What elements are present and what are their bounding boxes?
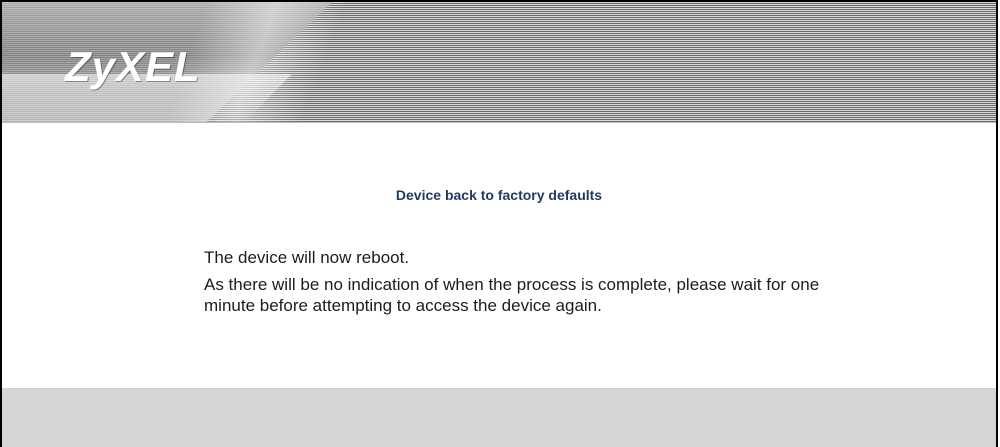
page-title: Device back to factory defaults (395, 187, 603, 203)
reboot-message: The device will now reboot. (204, 248, 410, 267)
header-banner: ZyXEL (2, 2, 996, 123)
wait-message: As there will be no indication of when t… (204, 275, 820, 315)
zyxel-logo: ZyXEL (65, 43, 201, 90)
main-content: Device back to factory defaults The devi… (2, 123, 996, 388)
footer-bar (2, 388, 996, 447)
factory-default-page: ZyXEL Device back to factory defaults Th… (0, 0, 998, 447)
status-message: The device will now reboot. As there wil… (204, 247, 854, 316)
